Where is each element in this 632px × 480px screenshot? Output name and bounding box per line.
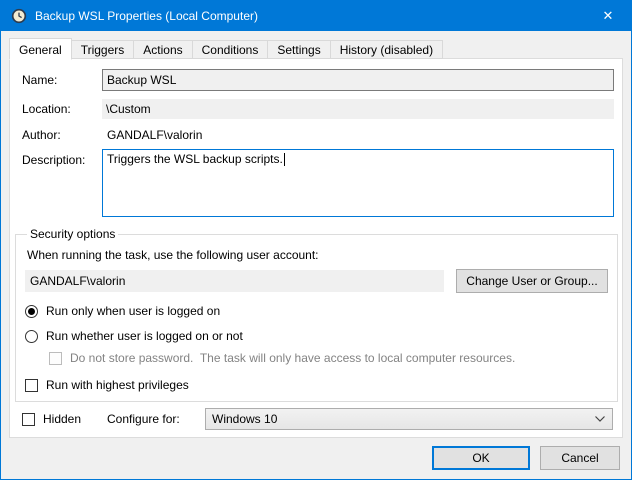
description-value: Triggers the WSL backup scripts. bbox=[107, 152, 283, 166]
account-hint: When running the task, use the following… bbox=[27, 248, 608, 262]
author-label: Author: bbox=[22, 128, 102, 142]
checkbox-icon bbox=[22, 413, 35, 426]
name-label: Name: bbox=[22, 73, 102, 87]
checkbox-hidden[interactable]: Hidden bbox=[22, 412, 107, 426]
user-account-field: GANDALF\valorin bbox=[25, 270, 444, 292]
tab-general[interactable]: General bbox=[9, 38, 72, 60]
checkbox-highest-privileges[interactable]: Run with highest privileges bbox=[25, 378, 608, 392]
configure-row: Hidden Configure for: Windows 10 bbox=[22, 408, 613, 430]
title-bar: Backup WSL Properties (Local Computer) ✕ bbox=[1, 1, 631, 31]
tab-conditions[interactable]: Conditions bbox=[192, 40, 269, 59]
tab-settings[interactable]: Settings bbox=[267, 40, 330, 59]
radio-selected-icon bbox=[25, 305, 38, 318]
cancel-button[interactable]: Cancel bbox=[540, 446, 620, 470]
window-title: Backup WSL Properties (Local Computer) bbox=[35, 9, 258, 23]
general-tab-page: Name: Backup WSL Location: \Custom Autho… bbox=[9, 58, 623, 438]
account-row: GANDALF\valorin Change User or Group... bbox=[25, 269, 608, 293]
configure-for-select[interactable]: Windows 10 bbox=[205, 408, 613, 430]
name-row: Name: Backup WSL bbox=[22, 69, 614, 91]
user-account-value: GANDALF\valorin bbox=[30, 274, 125, 288]
location-value-field: \Custom bbox=[102, 99, 614, 119]
author-value: GANDALF\valorin bbox=[102, 128, 202, 142]
tab-history[interactable]: History (disabled) bbox=[330, 40, 443, 59]
security-options-group: Security options When running the task, … bbox=[15, 227, 618, 402]
chevron-down-icon bbox=[594, 415, 606, 423]
radio-run-logged-on-label: Run only when user is logged on bbox=[46, 304, 220, 318]
checkbox-no-password: Do not store password. The task will onl… bbox=[49, 351, 608, 365]
task-properties-dialog: Backup WSL Properties (Local Computer) ✕… bbox=[0, 0, 632, 480]
author-row: Author: GANDALF\valorin bbox=[22, 128, 614, 142]
location-row: Location: \Custom bbox=[22, 99, 614, 119]
security-options-legend: Security options bbox=[27, 227, 118, 241]
name-value: Backup WSL bbox=[107, 73, 176, 87]
checkbox-disabled-icon bbox=[49, 352, 62, 365]
close-button[interactable]: ✕ bbox=[585, 1, 631, 31]
radio-unselected-icon bbox=[25, 330, 38, 343]
location-value: \Custom bbox=[106, 102, 151, 116]
checkbox-highest-privileges-label: Run with highest privileges bbox=[46, 378, 189, 392]
radio-run-whether[interactable]: Run whether user is logged on or not bbox=[25, 329, 608, 343]
change-user-button[interactable]: Change User or Group... bbox=[456, 269, 608, 293]
tab-actions[interactable]: Actions bbox=[133, 40, 192, 59]
checkbox-icon bbox=[25, 379, 38, 392]
radio-run-logged-on[interactable]: Run only when user is logged on bbox=[25, 304, 608, 318]
configure-for-label: Configure for: bbox=[107, 412, 205, 426]
text-caret bbox=[284, 153, 285, 166]
radio-run-whether-label: Run whether user is logged on or not bbox=[46, 329, 243, 343]
description-input[interactable]: Triggers the WSL backup scripts. bbox=[102, 149, 614, 217]
description-label: Description: bbox=[22, 149, 102, 167]
configure-for-value: Windows 10 bbox=[212, 412, 277, 426]
description-row: Description: Triggers the WSL backup scr… bbox=[22, 149, 614, 217]
ok-button[interactable]: OK bbox=[432, 446, 530, 470]
close-icon: ✕ bbox=[603, 8, 614, 24]
location-label: Location: bbox=[22, 102, 102, 116]
name-input[interactable]: Backup WSL bbox=[102, 69, 614, 91]
checkbox-no-password-label: Do not store password. The task will onl… bbox=[70, 351, 515, 365]
checkbox-hidden-label: Hidden bbox=[43, 412, 81, 426]
tab-triggers[interactable]: Triggers bbox=[71, 40, 135, 59]
tab-strip: General Triggers Actions Conditions Sett… bbox=[9, 38, 442, 59]
task-scheduler-clock-icon bbox=[11, 8, 27, 24]
